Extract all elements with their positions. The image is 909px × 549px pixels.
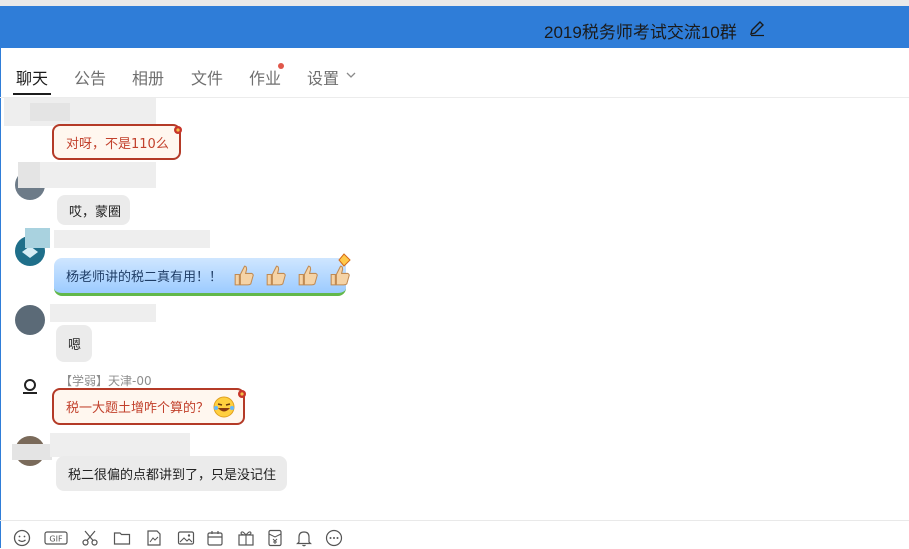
kite-decoration-icon (338, 253, 351, 267)
thumbs-up-icon (234, 265, 254, 286)
active-tab-indicator (13, 93, 51, 95)
tab-album[interactable]: 相册 (132, 65, 164, 89)
message-text: 税一大题土增咋个算的？ (66, 401, 210, 416)
chat-area: 对呀，不是110么 哎，蒙圈 杨老师讲的税二真有用！！ 嗯 【学弱】天津-00 (0, 98, 909, 520)
tab-homework[interactable]: 作业 (249, 65, 281, 89)
tab-files[interactable]: 文件 (191, 65, 223, 89)
message-text: 对呀，不是110么 (66, 136, 169, 152)
svg-text:GIF: GIF (49, 535, 63, 544)
title-bar: 2019税务师考试交流10群 (0, 0, 909, 48)
avatar[interactable] (15, 305, 45, 335)
message-text: 嗯 (68, 338, 82, 353)
picture-icon[interactable] (177, 529, 195, 547)
emoji-icon[interactable] (13, 529, 31, 547)
chevron-down-icon[interactable] (346, 72, 356, 79)
tab-bar: 聊天 公告 相册 文件 作业 设置 (0, 48, 909, 98)
blurred-sender-name (4, 98, 156, 126)
thumbs-up-icon (298, 265, 319, 286)
group-title: 2019税务师考试交流10群 (544, 23, 737, 42)
sender-name[interactable]: 【学弱】天津-00 (60, 372, 152, 389)
folder-icon[interactable] (113, 529, 131, 547)
blurred-sender-name (50, 304, 156, 322)
message-text: 税二很偏的点都讲到了，只是没记住 (68, 468, 277, 483)
edit-icon[interactable] (748, 19, 766, 37)
bell-icon[interactable] (295, 529, 313, 547)
blurred-sender-name (25, 228, 50, 248)
message-bubble[interactable]: 税一大题土增咋个算的？ (52, 388, 245, 425)
tab-announcement[interactable]: 公告 (74, 65, 106, 89)
thumbs-up-emoji-row (228, 263, 352, 288)
laughing-face-icon (213, 396, 235, 417)
blurred-sender-name (54, 230, 210, 248)
gif-icon[interactable]: GIF (44, 529, 68, 547)
message-text: 杨老师讲的税二真有用！！ (66, 270, 223, 285)
image-file-icon[interactable] (145, 529, 163, 547)
message-text: 哎，蒙圈 (69, 204, 122, 220)
scissors-icon[interactable] (81, 529, 99, 547)
blurred-sender-name (12, 444, 52, 460)
message-bubble[interactable]: 对呀，不是110么 (52, 124, 181, 160)
avatar[interactable] (15, 371, 45, 401)
blurred-sender-name (40, 162, 156, 188)
message-bubble[interactable]: 税二很偏的点都讲到了，只是没记住 (56, 456, 287, 491)
thumbs-up-icon (266, 265, 286, 286)
flower-decoration-icon (238, 390, 246, 398)
calendar-icon[interactable] (206, 529, 224, 547)
tab-settings[interactable]: 设置 (307, 65, 339, 89)
input-toolbar: GIF (0, 520, 909, 549)
flower-decoration-icon (174, 126, 182, 134)
gift-icon[interactable] (237, 529, 255, 547)
blurred-sender-name (50, 433, 190, 457)
blurred-sender-name (18, 162, 40, 188)
homework-badge (278, 63, 284, 69)
red-packet-icon[interactable] (266, 529, 284, 547)
blurred-sender-name (30, 103, 70, 121)
more-icon[interactable] (325, 529, 343, 547)
tab-chat[interactable]: 聊天 (16, 65, 48, 89)
message-bubble[interactable]: 哎，蒙圈 (57, 195, 130, 225)
message-bubble[interactable]: 杨老师讲的税二真有用！！ (54, 258, 351, 296)
message-bubble[interactable]: 嗯 (56, 325, 92, 362)
